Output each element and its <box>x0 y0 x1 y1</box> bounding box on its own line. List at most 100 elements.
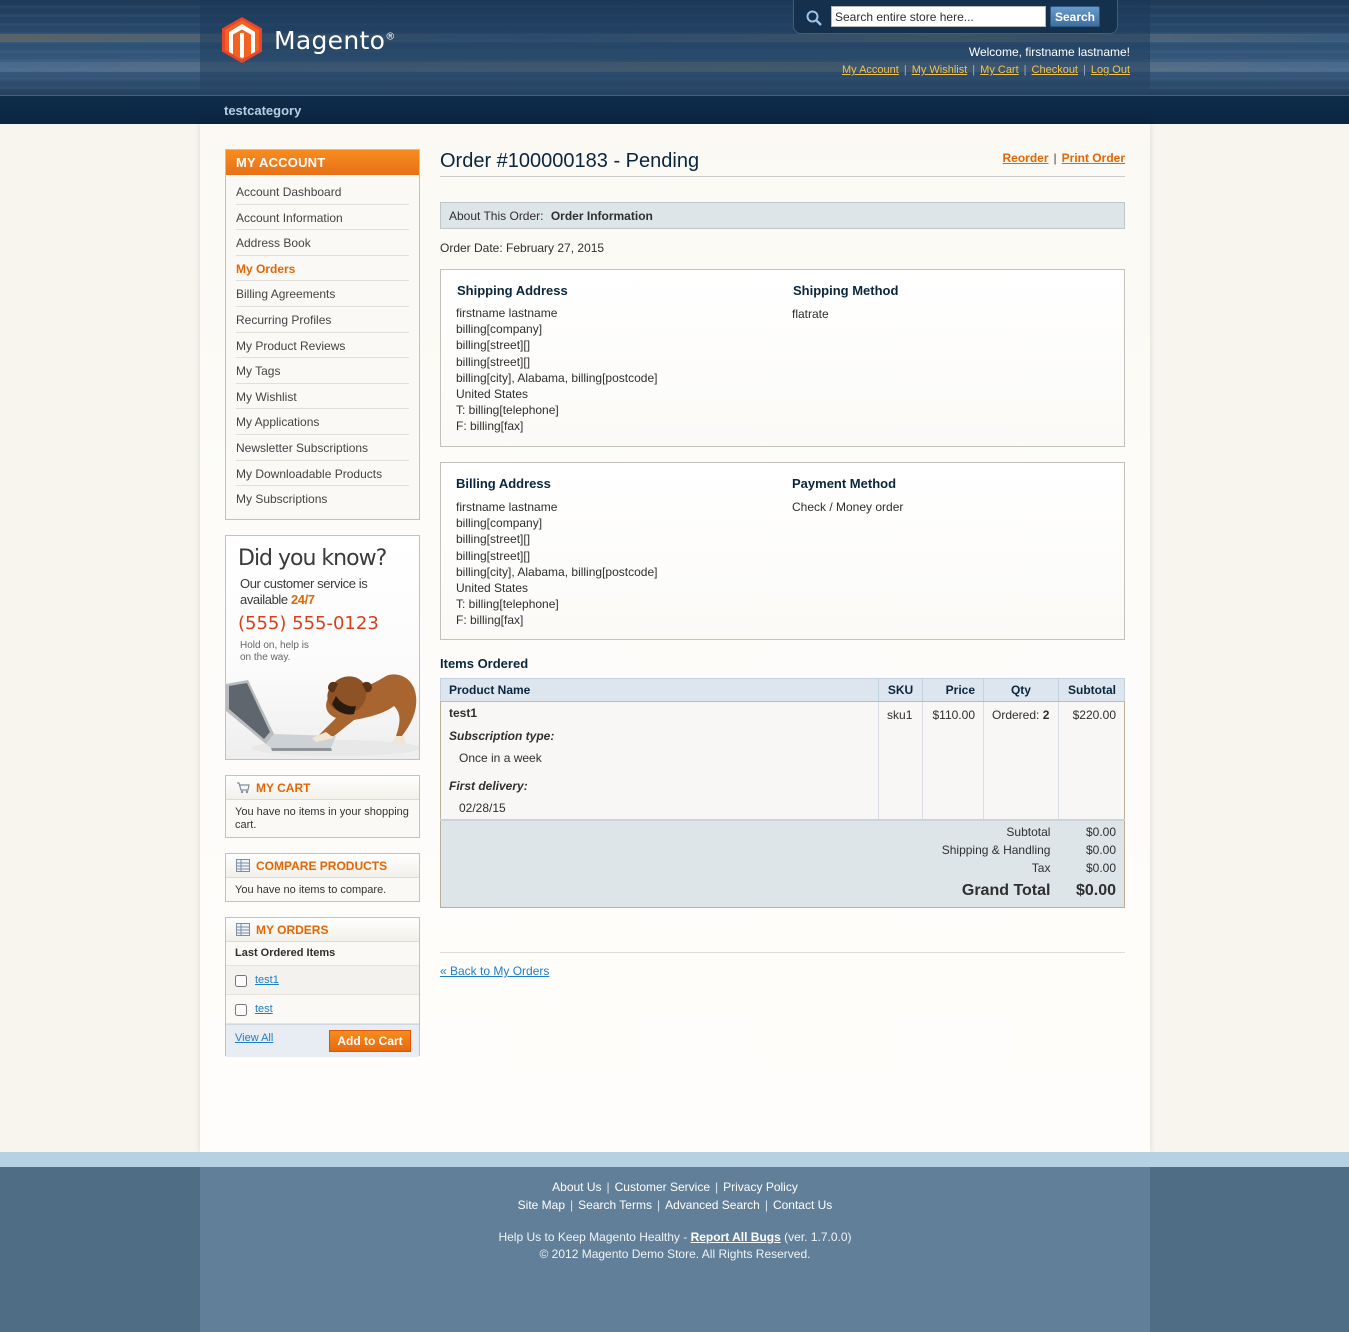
top-link-my-account[interactable]: My Account <box>842 64 899 76</box>
last-ordered-link[interactable]: test <box>255 1003 273 1015</box>
order-date: Order Date: February 27, 2015 <box>440 241 605 255</box>
banner-phone: (555) 555-0123 <box>238 613 379 634</box>
last-ordered-link[interactable]: test1 <box>255 974 279 986</box>
banner-text: Our customer service is <box>240 576 368 591</box>
account-nav-product-reviews[interactable]: My Product Reviews <box>236 333 409 359</box>
sidebar-cart-block: MY CART You have no items in your shoppi… <box>225 775 420 838</box>
footer: About Us | Customer Service | Privacy Policy… <box>0 1167 1349 1332</box>
last-ordered-item: test1 <box>226 966 419 995</box>
account-nav-billing-agreements[interactable]: Billing Agreements <box>236 281 409 307</box>
last-ordered-actions: View All Add to Cart <box>226 1024 419 1057</box>
product-sku: sku1 <box>878 701 924 820</box>
back-to-orders-link[interactable]: « Back to My Orders <box>440 964 549 978</box>
top-link-log-out[interactable]: Log Out <box>1091 64 1130 76</box>
sidebar-compare-empty-text: You have no items to compare. <box>235 884 387 896</box>
grand-total-label: Grand Total <box>440 877 1059 908</box>
sidebar-orders-header: MY ORDERS <box>226 918 419 942</box>
dog-laptop-illustration <box>226 674 419 756</box>
view-all-orders-link[interactable]: View All <box>235 1032 273 1044</box>
totals-row-shipping: Shipping & Handling $0.00 <box>440 841 1125 859</box>
footer-links-row: Site Map | Search Terms | Advanced Search | Co… <box>517 1198 833 1212</box>
product-subtotal: $220.00 <box>1058 701 1125 820</box>
totals-value: $0.00 <box>1058 820 1125 841</box>
account-nav-wishlist[interactable]: My Wishlist <box>236 384 409 410</box>
compare-icon <box>236 859 250 872</box>
account-nav-tags[interactable]: My Tags <box>236 358 409 384</box>
last-ordered-checkbox[interactable] <box>235 975 247 987</box>
account-nav-applications[interactable]: My Applications <box>236 409 409 435</box>
page-title: Order #100000183 - Pending <box>440 150 700 172</box>
last-ordered-item: test <box>226 995 419 1024</box>
search-input[interactable] <box>831 6 1046 27</box>
totals-value: $0.00 <box>1058 859 1125 877</box>
top-link-my-wishlist[interactable]: My Wishlist <box>912 64 968 76</box>
totals-label: Shipping & Handling <box>440 841 1059 859</box>
option-label: First delivery: <box>449 779 528 793</box>
top-link-my-cart[interactable]: My Cart <box>980 64 1019 76</box>
column-header-product-name: Product Name <box>439 678 880 702</box>
account-nav-my-orders: My Orders <box>236 256 409 282</box>
footer-copyright: © 2012 Magento Demo Store. All Rights Re… <box>539 1247 811 1261</box>
store-logo[interactable]: Magento® <box>222 17 396 63</box>
account-nav-subscriptions[interactable]: My Subscriptions <box>236 486 409 512</box>
welcome-message: Welcome, firstname lastname! <box>968 45 1130 59</box>
option-value: Once in a week <box>459 751 542 765</box>
report-bugs-link[interactable]: Report All Bugs <box>691 1230 781 1244</box>
nav-item-testcategory[interactable]: testcategory <box>224 103 301 118</box>
about-label: About This Order: <box>449 209 544 223</box>
product-name-cell: test1 Subscription type: Once in a week … <box>440 701 880 820</box>
table-row: test1 Subscription type: Once in a week … <box>440 701 1125 820</box>
footer-link-about-us[interactable]: About Us <box>552 1180 601 1194</box>
search-form: Search <box>793 0 1118 34</box>
orders-icon <box>236 923 250 936</box>
customer-service-banner[interactable]: Did you know? Our customer service is av… <box>225 535 420 760</box>
banner-text: available 24/7 <box>240 592 315 607</box>
account-nav-newsletter[interactable]: Newsletter Subscriptions <box>236 435 409 461</box>
sidebar-compare-header: COMPARE PRODUCTS <box>226 854 419 878</box>
sidebar-compare-block: COMPARE PRODUCTS You have no items to co… <box>225 853 420 902</box>
footer-help-text: Help Us to Keep Magento Healthy - Report… <box>498 1230 852 1244</box>
product-price: $110.00 <box>922 701 984 820</box>
items-ordered-title: Items Ordered <box>440 656 529 671</box>
footer-link-advanced-search[interactable]: Advanced Search <box>665 1198 760 1212</box>
shipping-address: firstname lastname billing[company] bill… <box>456 306 658 434</box>
table-header-row: Product Name SKU Price Qty Subtotal <box>439 678 1126 702</box>
my-account-title: MY ACCOUNT <box>226 150 419 175</box>
billing-address-title: Billing Address <box>456 476 551 491</box>
logo-text: Magento® <box>274 25 396 55</box>
account-nav-address-book[interactable]: Address Book <box>236 230 409 256</box>
search-button[interactable]: Search <box>1050 6 1100 27</box>
account-nav-downloadable[interactable]: My Downloadable Products <box>236 461 409 487</box>
last-ordered-checkbox[interactable] <box>235 1004 247 1016</box>
shipping-method-value: flatrate <box>792 307 829 321</box>
footer-link-search-terms[interactable]: Search Terms <box>578 1198 652 1212</box>
items-ordered-table: Product Name SKU Price Qty Subtotal test… <box>439 678 1126 908</box>
footer-container: About Us | Customer Service | Privacy Policy… <box>200 1167 1150 1332</box>
reorder-link[interactable]: Reorder <box>1003 151 1049 165</box>
sidebar-cart-header: MY CART <box>226 776 419 800</box>
add-to-cart-button[interactable]: Add to Cart <box>329 1030 411 1052</box>
footer-link-privacy-policy[interactable]: Privacy Policy <box>723 1180 798 1194</box>
option-label: Subscription type: <box>449 729 555 743</box>
magento-logo-icon <box>222 17 262 63</box>
payment-method-title: Payment Method <box>792 476 897 491</box>
totals-label: Tax <box>440 859 1059 877</box>
divider <box>440 952 1125 953</box>
grand-total-value: $0.00 <box>1058 877 1125 908</box>
totals-label: Subtotal <box>440 820 1059 841</box>
print-order-link[interactable]: Print Order <box>1062 151 1125 165</box>
totals-row-subtotal: Subtotal $0.00 <box>440 820 1125 841</box>
my-account-block: MY ACCOUNT Account Dashboard Account Inf… <box>225 149 420 520</box>
footer-link-contact-us[interactable]: Contact Us <box>773 1198 832 1212</box>
billing-info-box: Billing Address firstname lastname billi… <box>440 462 1125 640</box>
product-qty: Ordered: 2 <box>983 701 1059 820</box>
footer-link-customer-service[interactable]: Customer Service <box>615 1180 710 1194</box>
account-nav-dashboard[interactable]: Account Dashboard <box>236 179 409 205</box>
footer-link-site-map[interactable]: Site Map <box>518 1198 565 1212</box>
category-nav: testcategory <box>0 95 1349 124</box>
order-actions: Reorder | Print Order <box>1002 151 1126 165</box>
divider <box>440 176 1125 177</box>
top-link-checkout[interactable]: Checkout <box>1032 64 1078 76</box>
account-nav-recurring-profiles[interactable]: Recurring Profiles <box>236 307 409 333</box>
account-nav-information[interactable]: Account Information <box>236 205 409 231</box>
